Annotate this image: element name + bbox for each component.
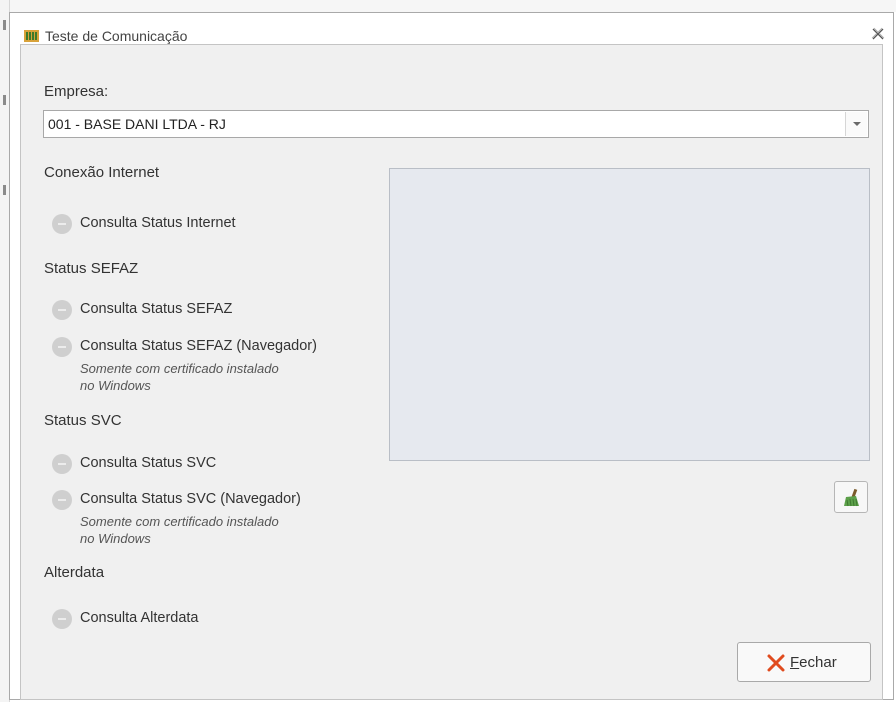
result-output-area[interactable] (389, 168, 870, 461)
certificate-note: Somente com certificado instalado (80, 514, 279, 529)
background-mark (3, 185, 6, 195)
empresa-dropdown-button[interactable] (845, 112, 867, 136)
close-x-icon (767, 654, 785, 672)
status-indicator-icon (52, 609, 72, 629)
empresa-select[interactable]: 001 - BASE DANI LTDA - RJ (43, 110, 869, 138)
close-icon[interactable] (871, 27, 885, 41)
title-bar[interactable]: Teste de Comunicação (10, 13, 893, 44)
window-title: Teste de Comunicação (45, 28, 188, 44)
status-indicator-icon (52, 490, 72, 510)
fechar-label-rest: echar (799, 654, 837, 671)
certificate-note: Somente com certificado instalado (80, 361, 279, 376)
section-title-alterdata: Alterdata (44, 564, 105, 581)
section-title-internet: Conexão Internet (44, 164, 160, 181)
consulta-sefaz-link[interactable]: Consulta Status SEFAZ (80, 301, 232, 317)
fechar-accesskey: F (790, 654, 800, 671)
fechar-button[interactable]: Fechar (737, 642, 871, 682)
certificate-note: no Windows (80, 378, 151, 393)
clear-output-button[interactable] (834, 481, 868, 513)
empresa-label: Empresa: (44, 83, 109, 100)
fechar-button-label: Fechar (790, 654, 837, 671)
consulta-sefaz-navegador-link[interactable]: Consulta Status SEFAZ (Navegador) (80, 338, 317, 354)
empresa-select-value: 001 - BASE DANI LTDA - RJ (48, 116, 226, 132)
status-indicator-icon (52, 214, 72, 234)
status-indicator-icon (52, 337, 72, 357)
consulta-internet-link[interactable]: Consulta Status Internet (80, 215, 236, 231)
section-title-svc: Status SVC (44, 412, 122, 429)
broom-icon (844, 488, 859, 507)
background-mark (3, 20, 6, 30)
section-title-sefaz: Status SEFAZ (44, 260, 139, 277)
background-window-strip (0, 0, 896, 12)
status-indicator-icon (52, 454, 72, 474)
chevron-down-icon (853, 122, 861, 126)
consulta-svc-navegador-link[interactable]: Consulta Status SVC (Navegador) (80, 491, 301, 507)
app-icon (24, 30, 39, 42)
consulta-alterdata-link[interactable]: Consulta Alterdata (80, 610, 199, 626)
status-indicator-icon (52, 300, 72, 320)
consulta-svc-link[interactable]: Consulta Status SVC (80, 455, 216, 471)
certificate-note: no Windows (80, 531, 151, 546)
background-mark (3, 95, 6, 105)
